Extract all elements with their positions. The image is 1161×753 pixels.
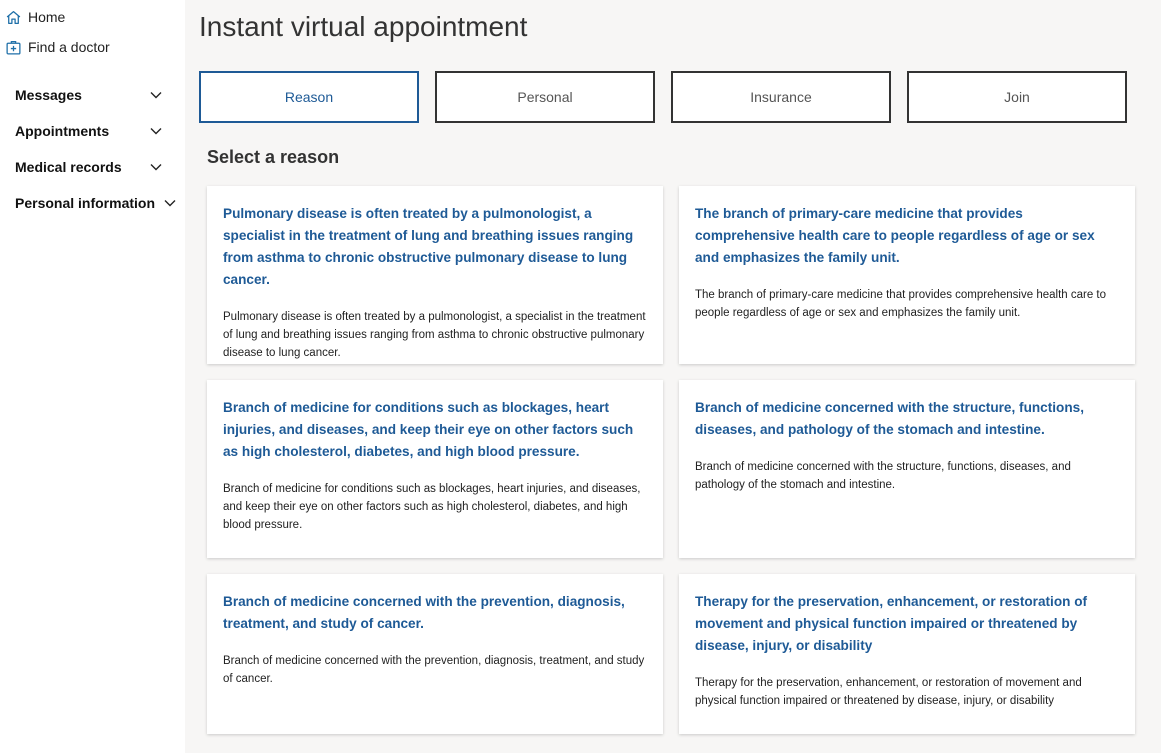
nav-section-label: Messages — [15, 87, 82, 103]
reason-card-description: Pulmonary disease is often treated by a … — [223, 311, 646, 359]
reason-card-title: Pulmonary disease is often treated by a … — [223, 206, 634, 287]
page-title: Instant virtual appointment — [199, 11, 528, 42]
step-tab-join[interactable]: Join — [907, 71, 1127, 123]
nav-section-medical-records[interactable]: Medical records — [0, 149, 185, 185]
reason-card[interactable]: Therapy for the preservation, enhancemen… — [679, 574, 1135, 734]
nav-sections: Messages Appointments Medical records Pe… — [0, 77, 185, 221]
reason-card[interactable]: Branch of medicine concerned with the pr… — [207, 574, 663, 734]
reason-card[interactable]: Branch of medicine for conditions such a… — [207, 380, 663, 558]
reason-card-description: Branch of medicine for conditions such a… — [223, 483, 641, 531]
chevron-down-icon — [149, 124, 163, 138]
chevron-down-icon — [149, 160, 163, 174]
step-tab-reason[interactable]: Reason — [199, 71, 419, 123]
reason-card-title: Branch of medicine concerned with the pr… — [223, 594, 625, 631]
nav-section-label: Medical records — [15, 159, 122, 175]
reason-card-title: Therapy for the preservation, enhancemen… — [695, 594, 1088, 653]
step-tab-personal[interactable]: Personal — [435, 71, 655, 123]
reason-card-title: Branch of medicine for conditions such a… — [223, 400, 634, 459]
nav-section-appointments[interactable]: Appointments — [0, 113, 185, 149]
sidebar: Home Find a doctor Messages Appointments… — [0, 0, 185, 753]
nav-home-label: Home — [28, 9, 66, 25]
nav-section-personal-information[interactable]: Personal information — [0, 185, 185, 221]
step-tabs: Reason Personal Insurance Join — [199, 71, 1129, 123]
section-title: Select a reason — [207, 147, 340, 167]
nav-section-label: Personal information — [15, 195, 156, 211]
nav-home-link[interactable]: Home — [0, 2, 185, 32]
nav-section-label: Appointments — [15, 123, 110, 139]
reason-card[interactable]: The branch of primary-care medicine that… — [679, 186, 1135, 364]
reason-card[interactable]: Branch of medicine concerned with the st… — [679, 380, 1135, 558]
reason-card-description: Branch of medicine concerned with the pr… — [223, 655, 645, 685]
chevron-down-icon — [163, 196, 177, 210]
nav-find-doctor-label: Find a doctor — [28, 39, 110, 55]
doctor-icon — [5, 39, 22, 56]
reason-card-description: The branch of primary-care medicine that… — [695, 289, 1107, 319]
reason-card-description: Branch of medicine concerned with the st… — [695, 461, 1071, 491]
nav-find-doctor-link[interactable]: Find a doctor — [0, 32, 185, 62]
step-tab-insurance[interactable]: Insurance — [671, 71, 891, 123]
reason-card-title: Branch of medicine concerned with the st… — [695, 400, 1084, 437]
home-icon — [5, 9, 22, 26]
reason-card[interactable]: Pulmonary disease is often treated by a … — [207, 186, 663, 364]
nav-section-messages[interactable]: Messages — [0, 77, 185, 113]
chevron-down-icon — [149, 88, 163, 102]
reason-card-title: The branch of primary-care medicine that… — [695, 206, 1095, 265]
reason-card-description: Therapy for the preservation, enhancemen… — [695, 677, 1082, 707]
